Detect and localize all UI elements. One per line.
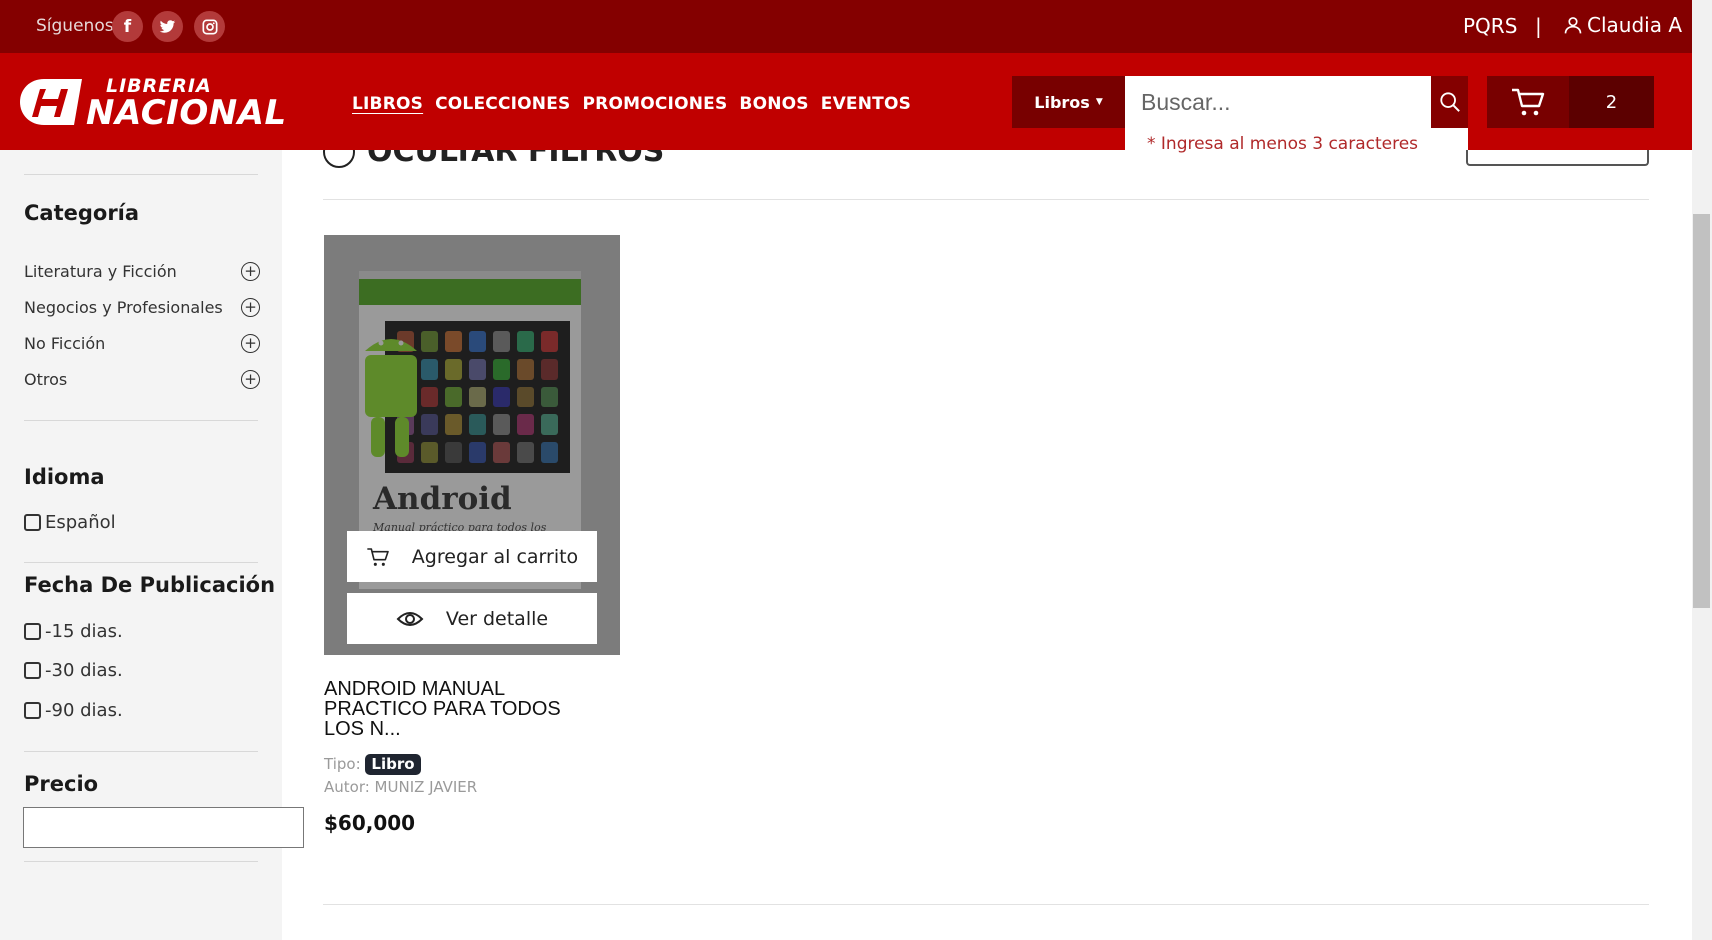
price-input[interactable] [23, 807, 304, 848]
date-checkbox-90[interactable]: -90 dias. [24, 700, 123, 721]
scrollbar-thumb[interactable] [1693, 214, 1710, 608]
user-name: Claudia A [1587, 13, 1682, 37]
price-title: Precio [24, 772, 99, 796]
checkbox[interactable] [24, 662, 41, 679]
category-item[interactable]: Literatura y Ficción + [24, 259, 260, 283]
checkbox[interactable] [24, 623, 41, 640]
cover-title: Android [373, 481, 512, 517]
product-price: $60,000 [324, 811, 416, 835]
divider [24, 751, 258, 752]
divider [323, 904, 1649, 905]
plus-circle-icon[interactable]: + [241, 261, 260, 281]
cart-count: 2 [1569, 76, 1654, 128]
divider [24, 420, 258, 421]
date-checkbox-15[interactable]: -15 dias. [24, 621, 123, 642]
cart-button[interactable] [1487, 76, 1569, 128]
product-title[interactable]: ANDROID MANUAL PRACTICO PARA TODOS LOS N… [324, 679, 594, 739]
nav-bonos[interactable]: BONOS [739, 94, 808, 114]
main-header: LIBRERIA NACIONAL LIBROS COLECCIONES PRO… [0, 53, 1692, 160]
filters-toggle-row: OCULTAR FILTROS [323, 150, 1649, 200]
nav-eventos[interactable]: EVENTOS [821, 94, 911, 114]
nav-colecciones[interactable]: COLECCIONES [435, 94, 570, 114]
divider [323, 199, 1649, 200]
category-title: Categoría [24, 201, 140, 225]
pqrs-link[interactable]: PQRS [1463, 14, 1517, 38]
category-item[interactable]: Otros + [24, 367, 260, 391]
follow-label: Síguenos [36, 16, 114, 36]
android-mascot [365, 339, 417, 457]
nav-promociones[interactable]: PROMOCIONES [583, 94, 728, 114]
category-item[interactable]: Negocios y Profesionales + [24, 295, 260, 319]
product-author: Autor: MUNIZ JAVIER [324, 778, 478, 796]
sort-dropdown[interactable] [1466, 150, 1649, 166]
language-checkbox-espanol[interactable]: Español [24, 512, 116, 533]
checkbox[interactable] [24, 514, 41, 531]
nav-libros[interactable]: LIBROS [352, 94, 423, 114]
category-item[interactable]: No Ficción + [24, 331, 260, 355]
logo[interactable]: LIBRERIA NACIONAL [18, 77, 286, 130]
circle-icon [323, 150, 355, 168]
product-card[interactable]: Android Manual práctico para todos los n… [324, 235, 620, 655]
search-type-dropdown[interactable]: Libros ▼ [1012, 76, 1125, 128]
add-to-cart-button[interactable]: Agregar al carrito [347, 531, 597, 582]
plus-circle-icon[interactable]: + [241, 369, 260, 389]
top-bar: Síguenos f PQRS | Claudia A [0, 0, 1692, 53]
user-icon [1564, 17, 1582, 34]
divider [24, 861, 258, 862]
eye-icon [396, 611, 424, 626]
divider [24, 174, 258, 175]
facebook-icon[interactable]: f [112, 11, 143, 42]
cart-icon [1512, 88, 1545, 116]
main-nav: LIBROS COLECCIONES PROMOCIONES BONOS EVE… [352, 94, 911, 114]
user-account-link[interactable]: Claudia A [1563, 13, 1682, 37]
type-badge: Libro [365, 754, 421, 775]
cart-icon [367, 547, 389, 566]
caret-down-icon: ▼ [1095, 97, 1103, 107]
search-button[interactable] [1431, 76, 1468, 128]
plus-circle-icon[interactable]: + [241, 297, 260, 317]
language-title: Idioma [24, 465, 105, 489]
search-type-label: Libros [1034, 92, 1090, 112]
separator: | [1535, 14, 1542, 38]
instagram-icon[interactable] [194, 11, 225, 42]
search-input[interactable] [1125, 76, 1431, 128]
logo-icon [20, 79, 82, 125]
filters-sidebar: Categoría Literatura y Ficción + Negocio… [0, 150, 304, 940]
hide-filters-button[interactable]: OCULTAR FILTROS [323, 150, 664, 169]
plus-circle-icon[interactable]: + [241, 333, 260, 353]
search-icon [1439, 92, 1460, 112]
date-title: Fecha De Publicación [24, 573, 276, 597]
checkbox[interactable] [24, 702, 41, 719]
product-type: Tipo: Libro [324, 754, 421, 775]
date-checkbox-30[interactable]: -30 dias. [24, 660, 123, 681]
view-detail-button[interactable]: Ver detalle [347, 593, 597, 644]
twitter-icon[interactable] [152, 11, 183, 42]
logo-text: LIBRERIA NACIONAL [86, 75, 287, 133]
divider [24, 562, 258, 563]
